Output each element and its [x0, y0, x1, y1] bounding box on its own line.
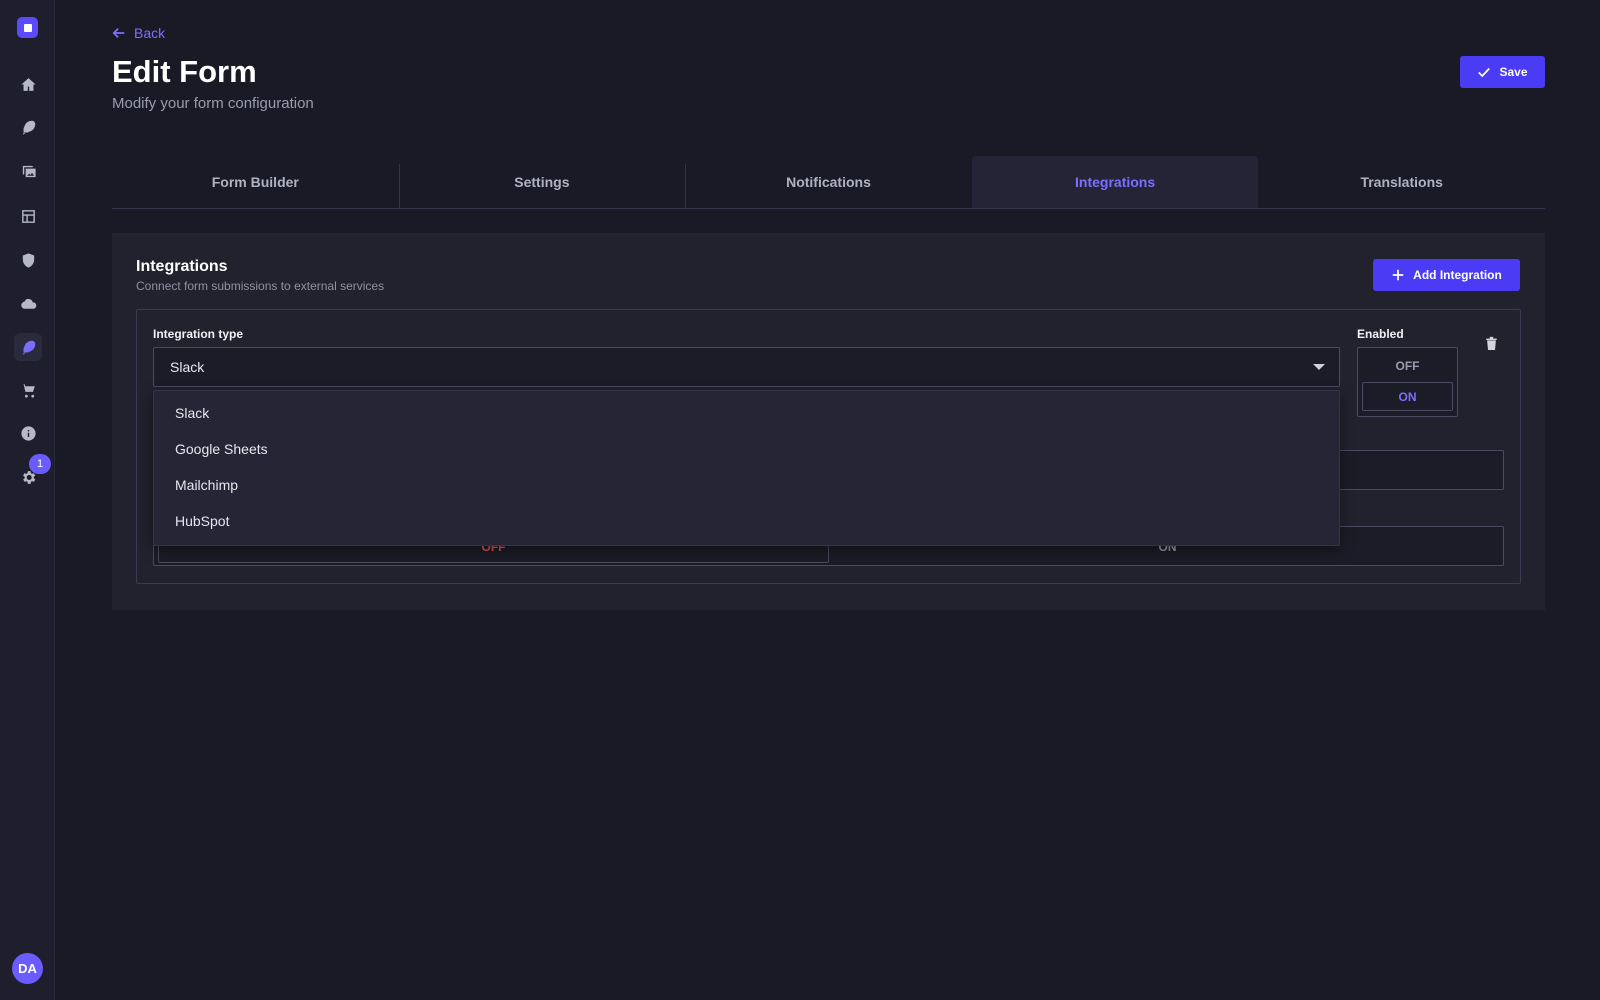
shield-icon[interactable] [14, 246, 42, 274]
check-icon [1478, 67, 1491, 78]
arrow-left-icon [112, 28, 125, 38]
feather-icon[interactable] [14, 113, 42, 141]
sidebar: 1 DA [0, 0, 55, 1000]
tab-translations[interactable]: Translations [1258, 156, 1545, 208]
user-avatar[interactable]: DA [12, 953, 43, 984]
enabled-on-option[interactable]: ON [1362, 382, 1453, 411]
integration-type-label: Integration type [153, 327, 244, 341]
tab-bar: Form Builder Settings Notifications Inte… [112, 156, 1545, 209]
add-integration-button[interactable]: Add Integration [1373, 259, 1520, 291]
caret-down-icon [1313, 364, 1325, 370]
tab-notifications[interactable]: Notifications [685, 156, 972, 209]
delete-integration-button[interactable] [1481, 333, 1501, 353]
cart-icon[interactable] [14, 376, 42, 404]
option-slack[interactable]: Slack [154, 395, 1339, 431]
page-subtitle: Modify your form configuration [112, 95, 314, 112]
feather-active-icon[interactable] [14, 333, 42, 361]
images-icon[interactable] [14, 157, 42, 185]
enabled-label: Enabled [1357, 327, 1404, 341]
enabled-toggle: OFF ON [1357, 347, 1458, 417]
app-logo[interactable] [17, 17, 38, 38]
plus-icon [1392, 269, 1404, 281]
save-label: Save [1499, 65, 1528, 79]
home-icon[interactable] [14, 70, 42, 98]
cloud-icon[interactable] [14, 290, 42, 318]
back-label: Back [134, 25, 166, 41]
back-link[interactable]: Back [112, 25, 165, 41]
option-mailchimp[interactable]: Mailchimp [154, 467, 1339, 503]
integration-type-value: Slack [170, 359, 205, 375]
section-title: Integrations [136, 258, 228, 275]
settings-notification-badge: 1 [29, 454, 51, 474]
section-subtitle: Connect form submissions to external ser… [136, 279, 385, 293]
layout-icon[interactable] [14, 202, 42, 230]
page-title: Edit Form [112, 54, 257, 89]
option-hubspot[interactable]: HubSpot [154, 503, 1339, 539]
save-button[interactable]: Save [1460, 56, 1545, 88]
info-icon[interactable] [14, 419, 42, 447]
option-google-sheets[interactable]: Google Sheets [154, 431, 1339, 467]
tab-settings[interactable]: Settings [398, 156, 686, 209]
add-integration-label: Add Integration [1413, 268, 1502, 282]
enabled-off-option[interactable]: OFF [1362, 352, 1453, 380]
tab-form-builder[interactable]: Form Builder [112, 156, 399, 208]
trash-icon [1485, 336, 1497, 350]
integration-type-select[interactable]: Slack [153, 347, 1340, 387]
integration-type-dropdown: Slack Google Sheets Mailchimp HubSpot [153, 390, 1340, 546]
tab-integrations[interactable]: Integrations [971, 156, 1259, 208]
